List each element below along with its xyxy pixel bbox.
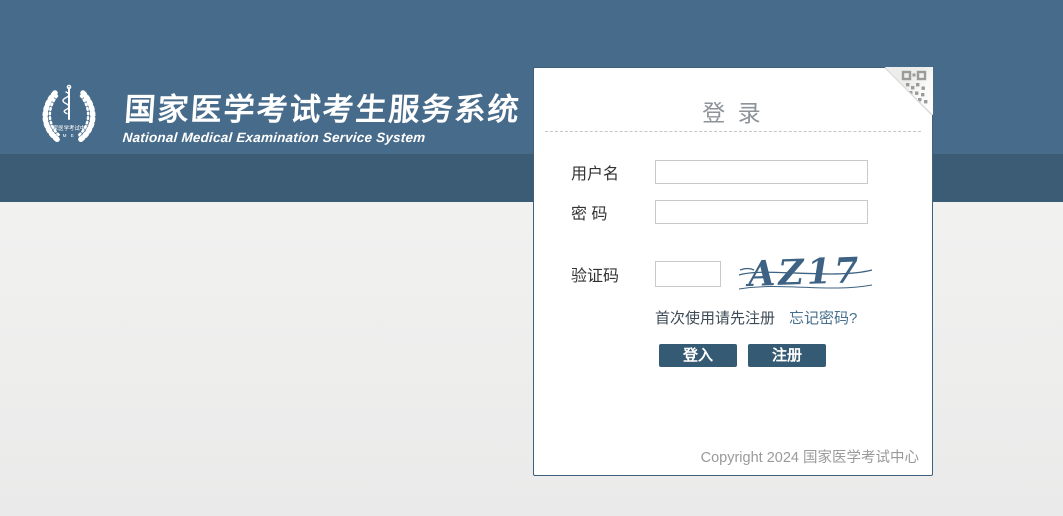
password-row: 密 码 — [571, 200, 868, 224]
captcha-row: 验证码 AZ17 — [571, 252, 873, 296]
buttons-row: 登入 注册 — [659, 344, 826, 367]
copyright-text: Copyright 2024 国家医学考试中心 — [701, 446, 919, 467]
login-title: 登 录 — [534, 94, 932, 128]
divider — [545, 131, 921, 132]
captcha-text: AZ17 — [744, 250, 862, 295]
register-button[interactable]: 注册 — [748, 344, 826, 367]
login-panel: 登 录 用户名 密 码 验证码 AZ17 首次使用请先注册 忘记密码? 登入 注… — [533, 67, 933, 476]
captcha-image[interactable]: AZ17 — [738, 246, 873, 296]
password-label: 密 码 — [571, 200, 655, 224]
captcha-label: 验证码 — [571, 262, 655, 286]
forgot-password-link[interactable]: 忘记密码? — [789, 307, 857, 328]
username-input[interactable] — [655, 160, 868, 184]
username-row: 用户名 — [571, 160, 868, 184]
site-subtitle: National Medical Examination Service Sys… — [122, 130, 519, 145]
logo-text-en: N M E C — [55, 133, 83, 138]
login-button[interactable]: 登入 — [659, 344, 737, 367]
nmec-logo-icon: 国家医学考试中心 N M E C — [37, 83, 101, 152]
username-label: 用户名 — [571, 160, 655, 184]
captcha-input[interactable] — [655, 261, 721, 287]
brand: 国家医学考试中心 N M E C 国家医学考试考生服务系统 National M… — [37, 83, 520, 152]
password-input[interactable] — [655, 200, 868, 224]
site-title: 国家医学考试考生服务系统 — [123, 93, 521, 127]
links-row: 首次使用请先注册 忘记密码? — [655, 307, 857, 328]
register-hint-link[interactable]: 首次使用请先注册 — [655, 307, 775, 328]
logo-text-cn: 国家医学考试中心 — [47, 124, 91, 132]
